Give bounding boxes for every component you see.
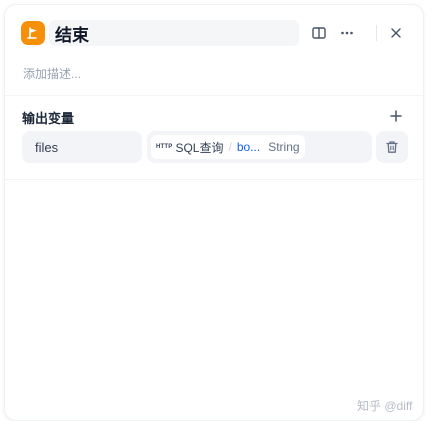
description-placeholder: 添加描述...	[23, 67, 82, 81]
add-variable-button[interactable]	[386, 106, 406, 126]
trash-icon	[386, 141, 398, 153]
source-node-name: SQL查询	[175, 140, 224, 155]
description-input[interactable]: 添加描述...	[23, 65, 81, 82]
node-title-input[interactable]: 结束	[49, 20, 299, 46]
variable-name-input[interactable]: files	[22, 131, 142, 163]
variable-reference-picker[interactable]: HTTP SQL查询 / bo... String	[147, 131, 372, 163]
header-divider	[376, 25, 377, 41]
more-icon	[341, 31, 353, 35]
section-divider-bottom	[5, 179, 423, 180]
watermark: 知乎 @diff	[357, 399, 413, 413]
layout-toggle-button[interactable]	[308, 22, 330, 44]
separator-icon: /	[228, 140, 232, 154]
close-icon	[391, 28, 401, 38]
variable-type: String	[268, 140, 300, 154]
end-node-panel: 结束 添加描述... 输出变量 files HTTP SQL查询 / bo...…	[4, 4, 424, 421]
source-variable-name: bo...	[236, 140, 261, 154]
close-button[interactable]	[385, 22, 407, 44]
node-title: 结束	[55, 25, 89, 45]
http-icon: HTTP	[156, 144, 173, 150]
variable-name: files	[35, 139, 59, 155]
panel-header: 结束	[5, 5, 423, 61]
book-open-icon	[312, 27, 326, 39]
more-button[interactable]	[336, 22, 358, 44]
plus-icon	[390, 110, 402, 122]
variable-reference-chip: HTTP SQL查询 / bo... String	[151, 135, 305, 159]
end-node-icon	[21, 21, 45, 45]
delete-variable-button[interactable]	[376, 131, 408, 163]
output-variables-title: 输出变量	[22, 111, 75, 126]
section-divider	[5, 95, 423, 96]
